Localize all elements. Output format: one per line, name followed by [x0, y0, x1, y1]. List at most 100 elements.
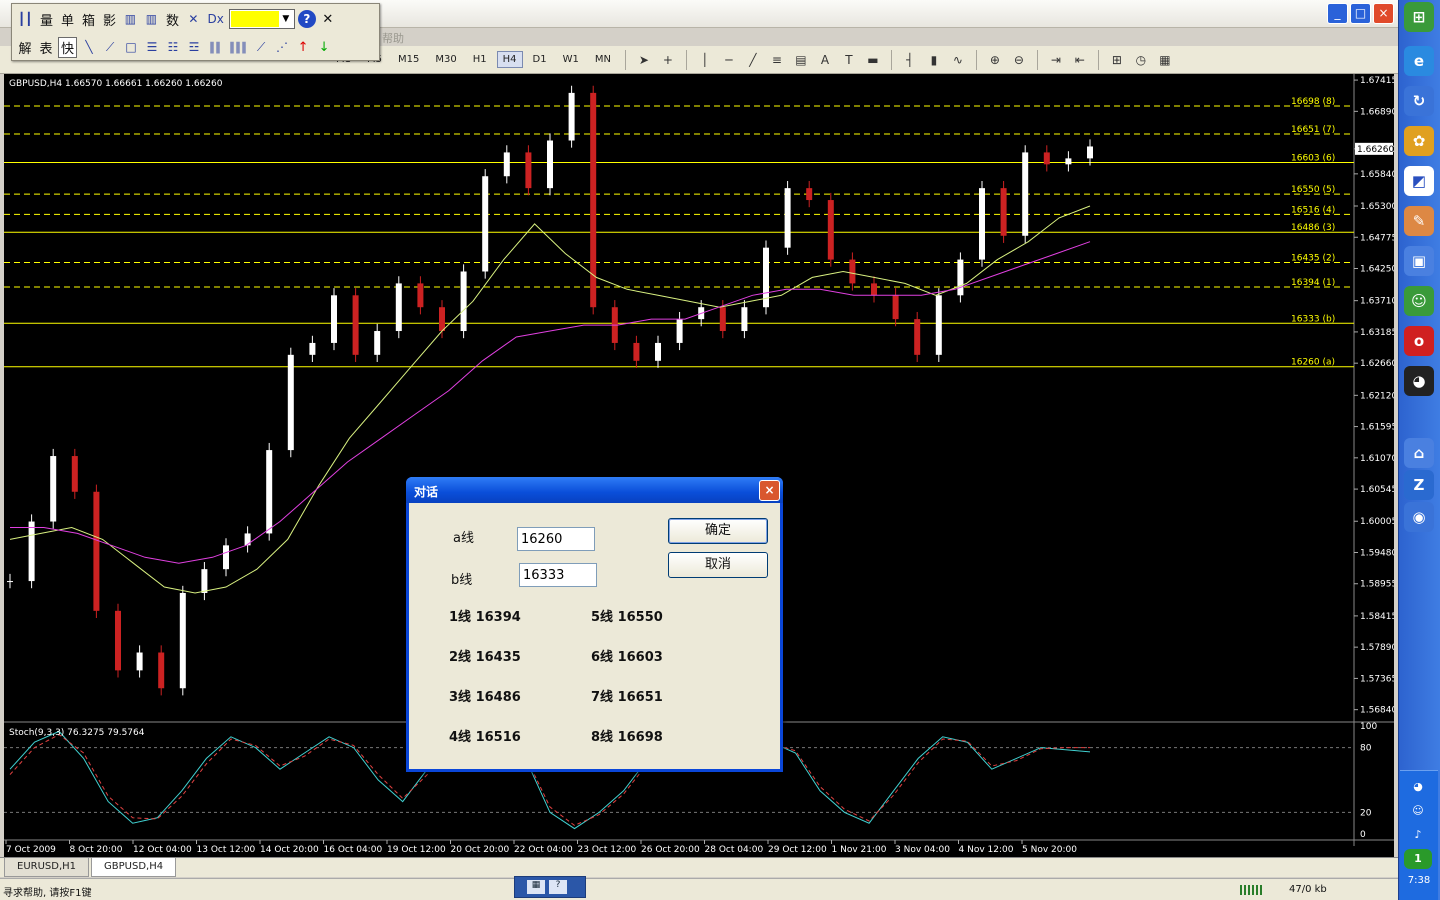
checker-icon[interactable]: ◩: [1404, 166, 1434, 196]
zoom-in-icon[interactable]: ⊕: [985, 50, 1005, 70]
time-zones-icon[interactable]: ∥∥: [206, 40, 224, 54]
ie-icon[interactable]: e: [1404, 46, 1434, 76]
bar-chart-icon[interactable]: ┤: [900, 50, 920, 70]
line-chart-icon[interactable]: ∿: [948, 50, 968, 70]
level-line-2: 2线 16435: [449, 650, 521, 665]
time-tick-label: 5 Nov 20:00: [1022, 845, 1077, 855]
candle-body: [7, 581, 13, 583]
timeframe-d1[interactable]: D1: [527, 51, 553, 68]
dialog-close-button[interactable]: ×: [759, 480, 780, 501]
fib-level-label: 16550 (5): [1291, 185, 1335, 195]
cursor-icon[interactable]: ➤: [634, 50, 654, 70]
ime-bar[interactable]: ▦ ?: [514, 876, 586, 898]
a-line-input[interactable]: [517, 527, 595, 551]
refresh-icon[interactable]: ↻: [1404, 86, 1434, 116]
close-button[interactable]: ×: [1373, 3, 1394, 24]
fibo-levels-icon[interactable]: ☲: [185, 40, 203, 54]
candle-body: [93, 491, 100, 611]
color-select[interactable]: ▼: [228, 9, 295, 29]
price-tick-label: 1.65840: [1360, 170, 1394, 180]
toolbox-btn-kuai[interactable]: 快: [58, 36, 78, 58]
timeframe-m30[interactable]: M30: [429, 51, 462, 68]
qq-penguin-icon[interactable]: ◕: [1404, 366, 1434, 396]
a-line-label: a线: [453, 531, 474, 546]
tab-eurusd-h1[interactable]: EURUSD,H1: [4, 858, 90, 877]
vertical-line-icon[interactable]: │: [695, 50, 715, 70]
fibo-retrace-icon[interactable]: ☷: [164, 40, 182, 54]
toolbox-btn-jie[interactable]: 解: [16, 38, 34, 57]
pencils-icon[interactable]: ✎: [1404, 206, 1434, 236]
double-line-icon[interactable]: ⟋: [101, 40, 119, 55]
crosshair-icon[interactable]: +: [658, 50, 678, 70]
candle-body: [201, 569, 208, 593]
toolbox-btn-5[interactable]: 数: [163, 10, 181, 29]
color-ring-icon[interactable]: ◉: [1404, 502, 1434, 532]
rectangle-icon[interactable]: □: [122, 40, 140, 54]
auto-scroll-icon[interactable]: ⇥: [1046, 50, 1066, 70]
tab-gbpusd-h4[interactable]: GBPUSD,H4: [91, 858, 177, 877]
indicators-icon[interactable]: ⊞: [1107, 50, 1127, 70]
maximize-button[interactable]: □: [1350, 3, 1371, 24]
toolbox-close-icon[interactable]: ✕: [319, 12, 337, 27]
pinwheel-icon[interactable]: ✿: [1404, 126, 1434, 156]
tray-ime-icon[interactable]: 1: [1404, 849, 1432, 869]
cancel-button[interactable]: 取消: [668, 552, 768, 578]
tray-users-icon[interactable]: ☺: [1404, 801, 1432, 821]
periods-icon[interactable]: ◷: [1131, 50, 1151, 70]
window-icon[interactable]: ▣: [1404, 246, 1434, 276]
help-icon[interactable]: ?: [297, 10, 316, 28]
toolbox-btn-4[interactable]: 影: [100, 10, 118, 29]
timeframe-mn[interactable]: MN: [589, 51, 617, 68]
timeframe-w1[interactable]: W1: [557, 51, 585, 68]
b-line-input[interactable]: [519, 563, 597, 587]
horizontal-line-icon[interactable]: ─: [719, 50, 739, 70]
timeframe-h1[interactable]: H1: [467, 51, 493, 68]
toolbox-btn-3[interactable]: 箱: [79, 10, 97, 29]
candles-icon[interactable]: ┃┃: [16, 12, 34, 26]
tray-volume-icon[interactable]: ♪: [1404, 825, 1432, 845]
menu-help-ghost[interactable]: 帮助: [382, 30, 404, 46]
volume-bars-icon[interactable]: ▥: [121, 12, 139, 26]
toolbox-btn-2[interactable]: 单: [58, 10, 76, 29]
timeframe-m15[interactable]: M15: [392, 51, 425, 68]
home-icon[interactable]: ⌂: [1404, 438, 1434, 468]
zoom-out-icon[interactable]: ⊖: [1009, 50, 1029, 70]
arrow-up-icon[interactable]: ↑: [294, 40, 312, 55]
ok-button[interactable]: 确定: [668, 518, 768, 544]
arrow-down-icon[interactable]: ↓: [315, 40, 333, 55]
odl-icon[interactable]: o: [1404, 326, 1434, 356]
text-label-icon[interactable]: T: [839, 50, 859, 70]
tray-qq-icon[interactable]: ◕: [1404, 777, 1432, 797]
winxp-logo-icon[interactable]: ⊞: [1404, 2, 1434, 32]
zip-icon[interactable]: Z: [1404, 470, 1434, 500]
timeframe-h4[interactable]: H4: [496, 51, 523, 68]
toolbox-btn-biao[interactable]: 表: [37, 38, 55, 57]
channel-icon[interactable]: ▤: [791, 50, 811, 70]
trendline-icon[interactable]: ╱: [743, 50, 763, 70]
fibo-tool-icon[interactable]: ☰: [143, 40, 161, 54]
text-icon[interactable]: A: [815, 50, 835, 70]
stoch-tick-label: 80: [1360, 744, 1372, 754]
fan-icon[interactable]: ⋰: [273, 40, 291, 54]
minimize-button[interactable]: _: [1327, 3, 1348, 24]
cycle-lines-icon[interactable]: ∥∥∥: [227, 40, 249, 54]
price-tick-label: 1.61070: [1360, 454, 1394, 464]
ime-help-icon[interactable]: ?: [549, 880, 567, 894]
toolbox-btn-1[interactable]: 量: [37, 10, 55, 29]
line-tool-icon[interactable]: ╲: [80, 40, 98, 54]
candlestick-icon[interactable]: ▮: [924, 50, 944, 70]
time-tick-label: 19 Oct 12:00: [387, 845, 446, 855]
chart-shift-icon[interactable]: ⇤: [1070, 50, 1090, 70]
users-icon[interactable]: ☺: [1404, 286, 1434, 316]
cross-lines-icon[interactable]: ✕: [184, 12, 202, 26]
dx-icon[interactable]: Dx: [205, 12, 225, 26]
arrow-label-icon[interactable]: ▬: [863, 50, 883, 70]
price-tick-label: 1.64775: [1360, 233, 1394, 243]
candle-body: [460, 271, 467, 332]
candle-body: [827, 200, 834, 260]
histogram-icon[interactable]: ▥: [142, 12, 160, 26]
fibonacci-icon[interactable]: ≡: [767, 50, 787, 70]
keyboard-icon[interactable]: ▦: [527, 880, 545, 894]
gann-icon[interactable]: ⟋: [252, 40, 270, 55]
templates-icon[interactable]: ▦: [1155, 50, 1175, 70]
